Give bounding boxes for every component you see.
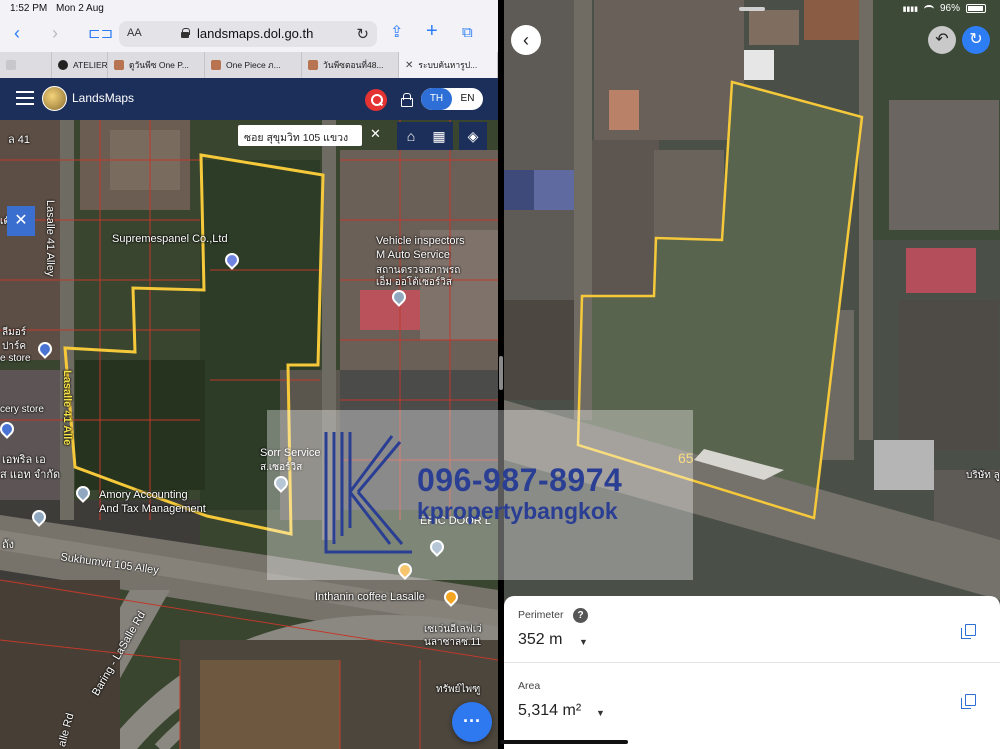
tools-icon[interactable]: ✕ [7, 206, 35, 236]
map-label-vehicle-2: M Auto Service [376, 249, 450, 261]
grid-icon[interactable]: ▦ [425, 122, 453, 150]
onepiece-favicon-icon [211, 60, 221, 70]
new-tab-icon[interactable]: + [426, 21, 438, 41]
map-label-store-1: ลีมอร์ [2, 327, 27, 338]
area-unit-dropdown-icon[interactable]: ▼ [596, 708, 605, 718]
tab-label: ดูวันพีซ One P... [129, 60, 189, 70]
map-label-store-4: cery store [0, 404, 44, 415]
watermark-phone: 096-987-8974 [417, 462, 623, 498]
map-label-seven-2: นลาซาลซ.11 [424, 637, 482, 648]
watermark-site: kpropertybangkok [417, 498, 618, 524]
forward-icon[interactable]: › [52, 24, 58, 42]
lock-icon[interactable] [401, 93, 413, 107]
perimeter-value: 352 m [518, 631, 563, 648]
onepiece-favicon-icon [308, 60, 318, 70]
home-indicator [500, 740, 628, 744]
perimeter-unit-dropdown-icon[interactable]: ▼ [579, 637, 588, 647]
tab-close-icon[interactable]: ✕ [405, 60, 413, 71]
map-label-sap: ทรัพย์ไพฑู [436, 684, 481, 695]
map-label-vehicle-4: เอ็ม ออโต้เซอร์วิส [376, 277, 452, 288]
back-button[interactable]: ‹ [511, 25, 541, 55]
tab-strip: ATELIER ดูวันพีซ One P... One Piece ภ...… [0, 52, 498, 78]
search-icon[interactable] [365, 89, 387, 111]
map-label-aprils-2: ส แอท จำกัด [0, 469, 61, 481]
address-bar[interactable]: AA landsmaps.dol.go.th ↻ [119, 21, 377, 47]
status-bar: 1:52 PM Mon 2 Aug ▮▮▮▮ 96% [0, 0, 1000, 18]
tab-atelier[interactable]: ATELIER [52, 52, 108, 78]
tab-onepiece-3[interactable]: วันพีซตอนที่48... [302, 52, 399, 78]
tab-onepiece-1[interactable]: ดูวันพีซ One P... [108, 52, 205, 78]
map-label-lasalle-alley: Lasalle 41 Alley [44, 200, 56, 277]
landsmaps-header: LandsMaps TH EN [0, 78, 498, 120]
lock-icon [181, 28, 190, 38]
more-options-button[interactable]: ··· [452, 702, 492, 742]
map-label-tang: ถัง [2, 539, 15, 551]
clear-search-icon[interactable]: ✕ [370, 126, 381, 142]
language-toggle[interactable]: TH EN [421, 88, 483, 110]
tab-label: One Piece ภ... [226, 60, 281, 70]
reload-icon[interactable]: ↻ [356, 25, 369, 43]
copy-perimeter-icon[interactable] [961, 624, 976, 639]
share-icon[interactable]: ⇪ [390, 24, 403, 42]
status-time: 1:52 PM [10, 3, 48, 14]
map-label-vehicle-1: Vehicle inspectors [376, 235, 465, 247]
home-icon[interactable]: ⌂ [397, 122, 425, 150]
tab-blank[interactable] [0, 52, 52, 78]
lang-en-button[interactable]: EN [452, 88, 483, 110]
divider-grip[interactable] [499, 356, 503, 390]
tabs-overview-icon[interactable]: ⧉ [462, 24, 473, 42]
map-label-store-2: ปาร์ค [2, 341, 27, 352]
measurement-panel: Perimeter ? 352 m ▼ Area 5,314 m² ▼ [504, 596, 1000, 749]
lang-th-button[interactable]: TH [421, 88, 452, 110]
status-date: Mon 2 Aug [56, 3, 104, 14]
map-label-amory-1: Amory Accounting [99, 489, 188, 501]
help-icon[interactable]: ? [573, 608, 588, 623]
watermark-overlay: 096-987-8974 kpropertybangkok [267, 410, 693, 580]
map-label-road-top: ล 41 [8, 134, 31, 146]
layers-icon[interactable]: ◈ [459, 122, 487, 150]
dol-logo [42, 86, 67, 111]
perimeter-label: Perimeter [518, 609, 564, 621]
map-label-corner: บริษัท ลู [966, 470, 1000, 481]
tab-active[interactable]: ✕ ระบบค้นหารูป... [399, 52, 498, 78]
text-size-button[interactable]: AA [127, 27, 142, 39]
panel-divider [504, 662, 1000, 663]
redo-button[interactable]: ↻ [962, 26, 990, 54]
tab-label: วันพีซตอนที่48... [323, 60, 384, 70]
signal-icon: ▮▮▮▮ [902, 5, 918, 13]
map-search-chip[interactable]: ซอย สุขุมวิท 105 แขวง [238, 125, 362, 146]
kproperty-logo [324, 432, 412, 554]
atelier-favicon-icon [58, 60, 68, 70]
map-label-lasalle-alley-2: Lasalle 41 Alle [61, 370, 73, 446]
app-title: LandsMaps [72, 91, 135, 105]
area-label: Area [518, 680, 541, 692]
tab-onepiece-2[interactable]: One Piece ภ... [205, 52, 302, 78]
battery-icon [966, 4, 986, 13]
url-text: landsmaps.dol.go.th [197, 26, 314, 41]
area-value: 5,314 m² [518, 702, 582, 719]
tab-label: ระบบค้นหารูป... [418, 60, 478, 70]
map-label-supremespanel: Supremespanel Co.,Ltd [112, 233, 228, 245]
back-icon[interactable]: ‹ [14, 24, 20, 42]
copy-area-icon[interactable] [961, 694, 976, 709]
map-label-store-3: e store [0, 353, 31, 364]
onepiece-favicon-icon [114, 60, 124, 70]
tab-favicon-icon [6, 60, 16, 70]
map-label-amory-2: And Tax Management [99, 503, 206, 515]
map-label-inthanin: Inthanin coffee Lasalle [315, 591, 425, 603]
bookmarks-icon[interactable]: ⊏⊐ [88, 25, 113, 43]
menu-icon[interactable] [16, 91, 34, 105]
battery-percent: 96% [939, 3, 960, 14]
wifi-icon [923, 4, 934, 13]
tab-label: ATELIER [73, 60, 108, 70]
left-pane: ล 41 Lasalle 41 Alley Lasalle 41 Alle Su… [0, 0, 498, 749]
undo-button[interactable]: ↶ [928, 26, 956, 54]
